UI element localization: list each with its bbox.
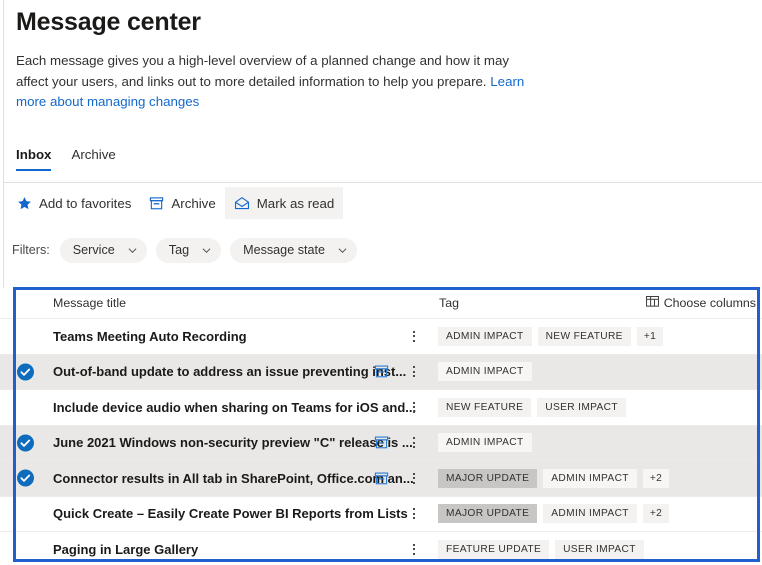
row-selected-checkmark-icon[interactable] (17, 363, 34, 380)
row-more-actions-button[interactable] (406, 508, 422, 519)
tag-overflow-count[interactable]: +1 (637, 327, 663, 346)
row-more-actions-button[interactable] (406, 331, 422, 342)
row-title[interactable]: Connector results in All tab in SharePoi… (53, 471, 414, 486)
command-bar: Add to favorites Archive Mark as read (0, 185, 762, 221)
archive-icon (149, 196, 164, 211)
tag-chip: ADMIN IMPACT (543, 469, 637, 488)
table-header: Message title Tag Choose columns (0, 288, 762, 319)
row-tags: ADMIN IMPACT (438, 362, 532, 381)
table-row[interactable]: Teams Meeting Auto Recording ADMIN IMPACT… (0, 319, 762, 355)
table-row[interactable]: Include device audio when sharing on Tea… (0, 390, 762, 426)
table-row[interactable]: Out-of-band update to address an issue p… (0, 355, 762, 391)
tag-chip: ADMIN IMPACT (438, 327, 532, 346)
filter-service-dropdown[interactable]: Service (60, 238, 147, 263)
tag-chip: ADMIN IMPACT (438, 433, 532, 452)
header-divider (4, 182, 762, 183)
tag-chip: USER IMPACT (537, 398, 626, 417)
tab-list: Inbox Archive (0, 137, 762, 171)
archive-button[interactable]: Archive (140, 187, 224, 219)
tag-chip: FEATURE UPDATE (438, 540, 549, 559)
filter-bar: Filters: Service Tag Message state (0, 236, 762, 264)
mark-as-read-label: Mark as read (257, 196, 335, 211)
row-title[interactable]: Teams Meeting Auto Recording (53, 329, 247, 344)
page-description-text: Each message gives you a high-level over… (16, 53, 509, 89)
message-center-page: Message center Each message gives you a … (0, 0, 762, 565)
row-tags: ADMIN IMPACT NEW FEATURE +1 (438, 327, 663, 346)
tag-chip: MAJOR UPDATE (438, 504, 537, 523)
filter-message-state-dropdown[interactable]: Message state (230, 238, 357, 263)
column-header-tag[interactable]: Tag (439, 296, 459, 310)
tag-overflow-count[interactable]: +2 (643, 469, 669, 488)
row-tags: MAJOR UPDATE ADMIN IMPACT +2 (438, 469, 669, 488)
table-row[interactable]: Connector results in All tab in SharePoi… (0, 461, 762, 497)
tag-chip: NEW FEATURE (438, 398, 531, 417)
add-to-favorites-button[interactable]: Add to favorites (8, 187, 140, 219)
filter-message-state-label: Message state (243, 243, 325, 257)
table-body: Teams Meeting Auto Recording ADMIN IMPACT… (0, 319, 762, 565)
row-selected-checkmark-icon[interactable] (17, 434, 34, 451)
tab-archive[interactable]: Archive (71, 147, 115, 171)
tag-overflow-count[interactable]: +2 (643, 504, 669, 523)
tag-chip: ADMIN IMPACT (438, 362, 532, 381)
table-row[interactable]: Quick Create – Easily Create Power BI Re… (0, 497, 762, 533)
tag-chip: NEW FEATURE (538, 327, 631, 346)
chevron-down-icon (128, 246, 137, 255)
add-to-favorites-label: Add to favorites (39, 196, 131, 211)
row-archive-icon[interactable] (374, 471, 389, 486)
row-title[interactable]: June 2021 Windows non-security preview "… (53, 435, 413, 450)
row-more-actions-button[interactable] (406, 544, 422, 555)
page-header: Message center Each message gives you a … (0, 0, 762, 113)
row-more-actions-button[interactable] (406, 473, 422, 484)
tag-chip: MAJOR UPDATE (438, 469, 537, 488)
page-title: Message center (16, 4, 746, 38)
columns-icon (646, 295, 659, 311)
row-tags: ADMIN IMPACT (438, 433, 532, 452)
tag-chip: ADMIN IMPACT (543, 504, 637, 523)
filter-tag-label: Tag (169, 243, 189, 257)
row-title[interactable]: Paging in Large Gallery (53, 542, 198, 557)
chevron-down-icon (338, 246, 347, 255)
filter-service-label: Service (73, 243, 115, 257)
row-title[interactable]: Quick Create – Easily Create Power BI Re… (53, 506, 408, 521)
tab-inbox-label: Inbox (16, 147, 51, 162)
row-title[interactable]: Out-of-band update to address an issue p… (53, 364, 406, 379)
choose-columns-button[interactable]: Choose columns (646, 295, 756, 311)
archive-label: Archive (171, 196, 215, 211)
table-row[interactable]: June 2021 Windows non-security preview "… (0, 426, 762, 462)
mark-as-read-button[interactable]: Mark as read (225, 187, 344, 219)
star-icon (17, 196, 32, 211)
row-more-actions-button[interactable] (406, 437, 422, 448)
row-tags: FEATURE UPDATE USER IMPACT (438, 540, 644, 559)
envelope-open-icon (234, 196, 250, 211)
chevron-down-icon (202, 246, 211, 255)
column-header-message-title[interactable]: Message title (53, 296, 126, 310)
filters-label: Filters: (12, 243, 50, 257)
choose-columns-label: Choose columns (664, 296, 756, 310)
row-tags: MAJOR UPDATE ADMIN IMPACT +2 (438, 504, 669, 523)
row-tags: NEW FEATURE USER IMPACT (438, 398, 626, 417)
table-row[interactable]: Paging in Large Gallery FEATURE UPDATE USE… (0, 532, 762, 565)
filter-tag-dropdown[interactable]: Tag (156, 238, 221, 263)
row-more-actions-button[interactable] (406, 402, 422, 413)
row-selected-checkmark-icon[interactable] (17, 470, 34, 487)
row-title[interactable]: Include device audio when sharing on Tea… (53, 400, 416, 415)
tab-archive-label: Archive (71, 147, 115, 162)
row-archive-icon[interactable] (374, 435, 389, 450)
message-list: Message title Tag Choose columns Teams M… (0, 288, 762, 565)
row-more-actions-button[interactable] (406, 366, 422, 377)
row-archive-icon[interactable] (374, 364, 389, 379)
page-description: Each message gives you a high-level over… (16, 51, 536, 113)
tag-chip: USER IMPACT (555, 540, 644, 559)
tab-inbox[interactable]: Inbox (16, 147, 51, 171)
